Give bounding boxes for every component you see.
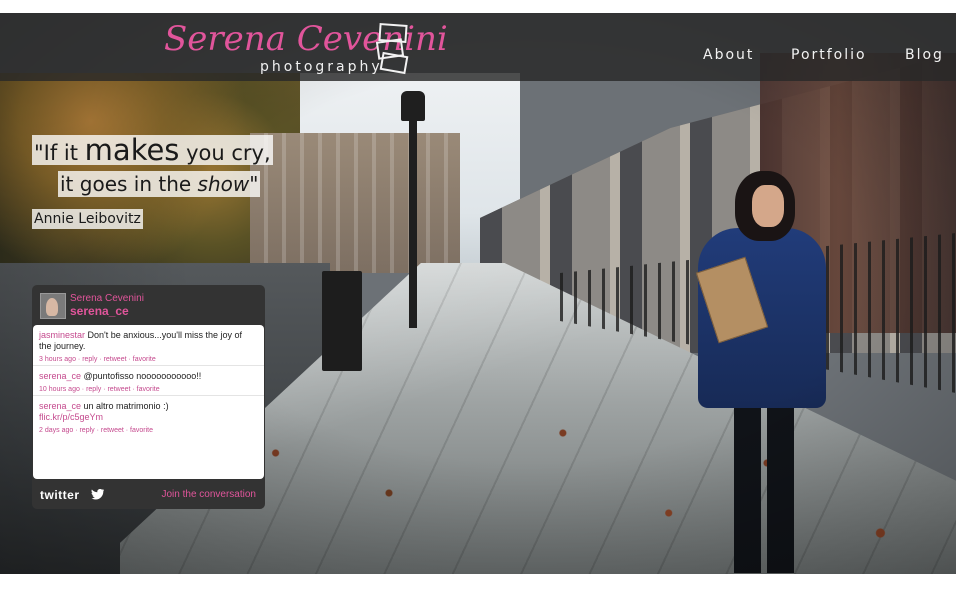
tweet-meta[interactable]: 10 hours ago · reply · retweet · favorit… xyxy=(39,384,257,395)
tweet-meta[interactable]: 2 days ago · reply · retweet · favorite xyxy=(39,425,257,436)
join-conversation-link[interactable]: Join the conversation xyxy=(161,489,256,500)
nav-portfolio[interactable]: Portfolio xyxy=(791,47,867,63)
tweet-user[interactable]: serena_ce xyxy=(39,401,81,411)
tweet-item: serena_ce @puntofisso nooooooooooo!! 10 … xyxy=(39,371,257,395)
twitter-handle[interactable]: serena_ce xyxy=(70,304,129,318)
quote-part-1: "If it xyxy=(34,141,85,165)
tweet-text: un altro matrimonio :) xyxy=(81,401,169,411)
quote-part-2: you cry, xyxy=(179,141,271,165)
divider xyxy=(33,395,264,396)
nav-blog[interactable]: Blog xyxy=(905,47,944,63)
tweet-list: jasminestar Don't be anxious...you'll mi… xyxy=(33,325,264,479)
avatar[interactable] xyxy=(40,293,66,319)
tweet-item: jasminestar Don't be anxious...you'll mi… xyxy=(39,330,257,365)
quote-emphasis: makes xyxy=(84,133,180,167)
quote-author: Annie Leibovitz xyxy=(32,209,143,229)
quote-part-3: it goes in the xyxy=(60,172,198,196)
site-header: Serena Cevenini photography About Portfo… xyxy=(0,13,956,81)
stacked-frames-logo-icon[interactable] xyxy=(376,23,410,75)
tweet-link[interactable]: flic.kr/p/c5geYm xyxy=(39,412,257,423)
quote-italic: show xyxy=(197,172,250,196)
tweet-text: @puntofisso nooooooooooo!! xyxy=(81,371,202,381)
quote-part-4: " xyxy=(249,172,259,196)
divider xyxy=(33,365,264,366)
hero-photo: Serena Cevenini photography About Portfo… xyxy=(0,13,956,574)
tweet-user[interactable]: jasminestar xyxy=(39,330,85,340)
twitter-logo[interactable]: twitter xyxy=(40,488,80,502)
brand-tagline: photography xyxy=(260,59,383,75)
twitter-widget: Serena Cevenini serena_ce jasminestar Do… xyxy=(32,285,265,509)
tweet-item: serena_ce un altro matrimonio :) flic.kr… xyxy=(39,401,257,436)
twitter-display-name[interactable]: Serena Cevenini xyxy=(70,293,144,304)
twitter-bird-icon xyxy=(91,489,104,500)
tweet-user[interactable]: serena_ce xyxy=(39,371,81,381)
quote-line-2: it goes in the show" xyxy=(58,171,261,197)
tweet-meta[interactable]: 3 hours ago · reply · retweet · favorite xyxy=(39,354,257,365)
nav-about[interactable]: About xyxy=(703,47,754,63)
quote-line-1: "If it makes you cry, xyxy=(32,135,273,165)
